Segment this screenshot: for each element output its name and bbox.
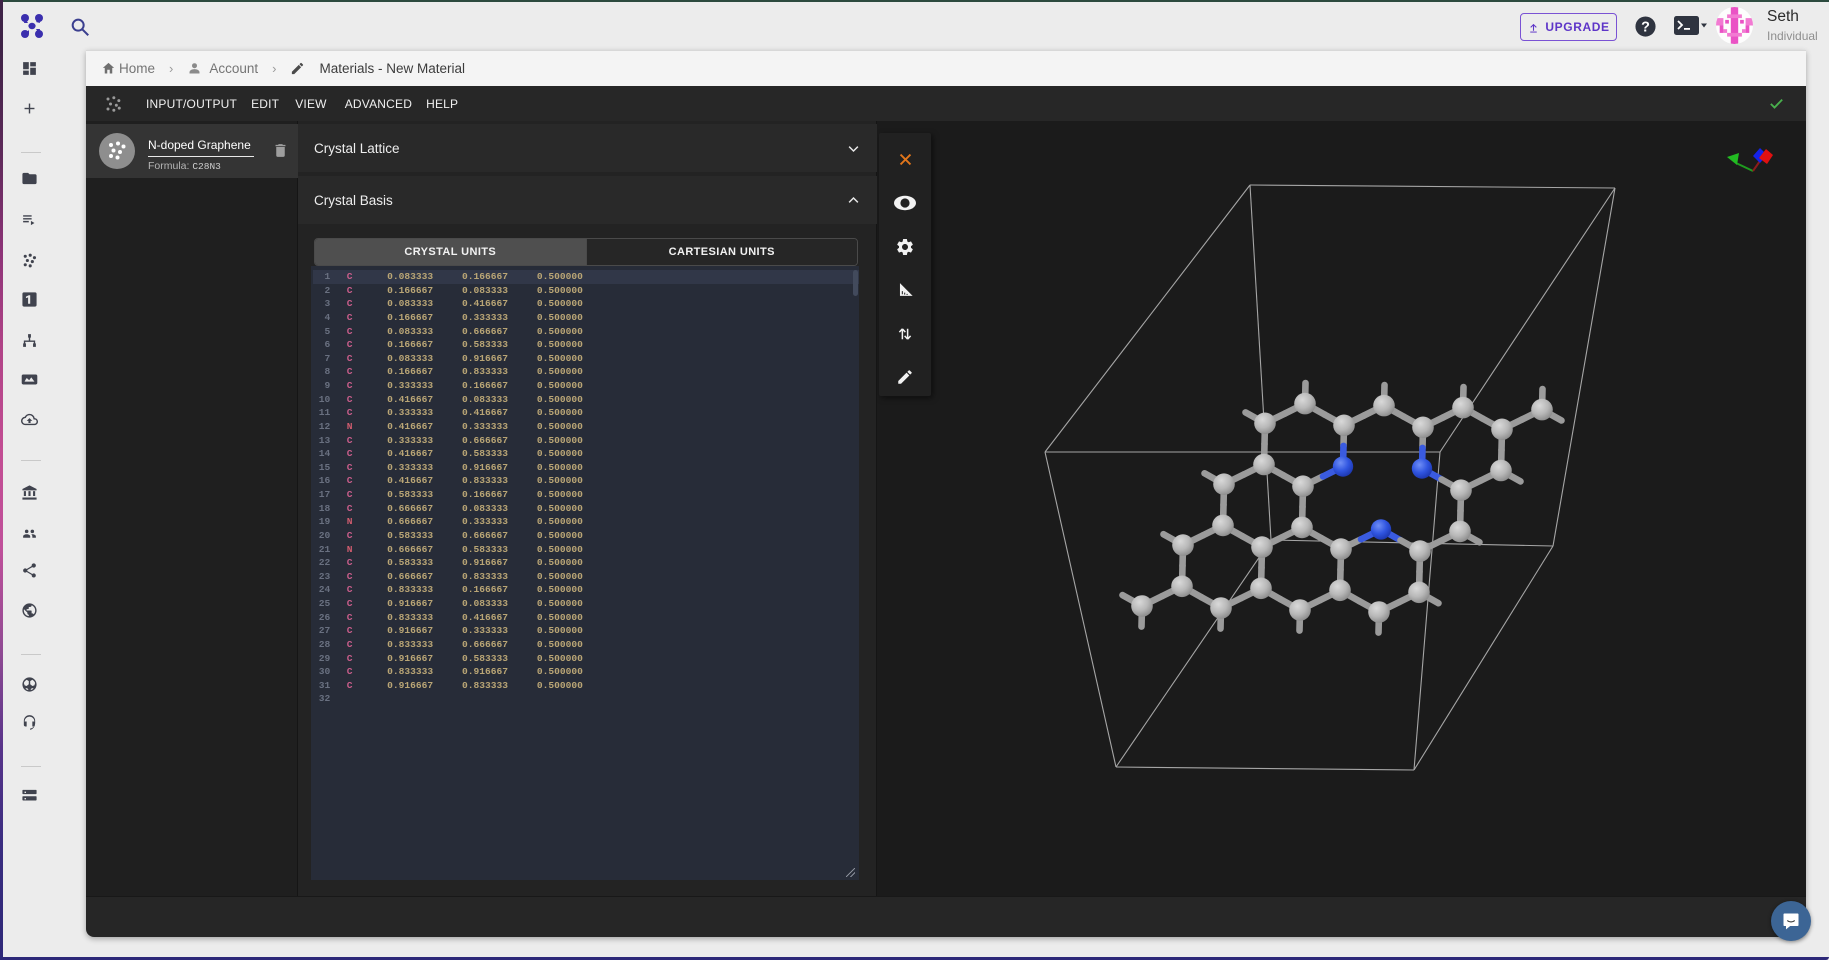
- svg-text:?: ?: [1641, 19, 1650, 35]
